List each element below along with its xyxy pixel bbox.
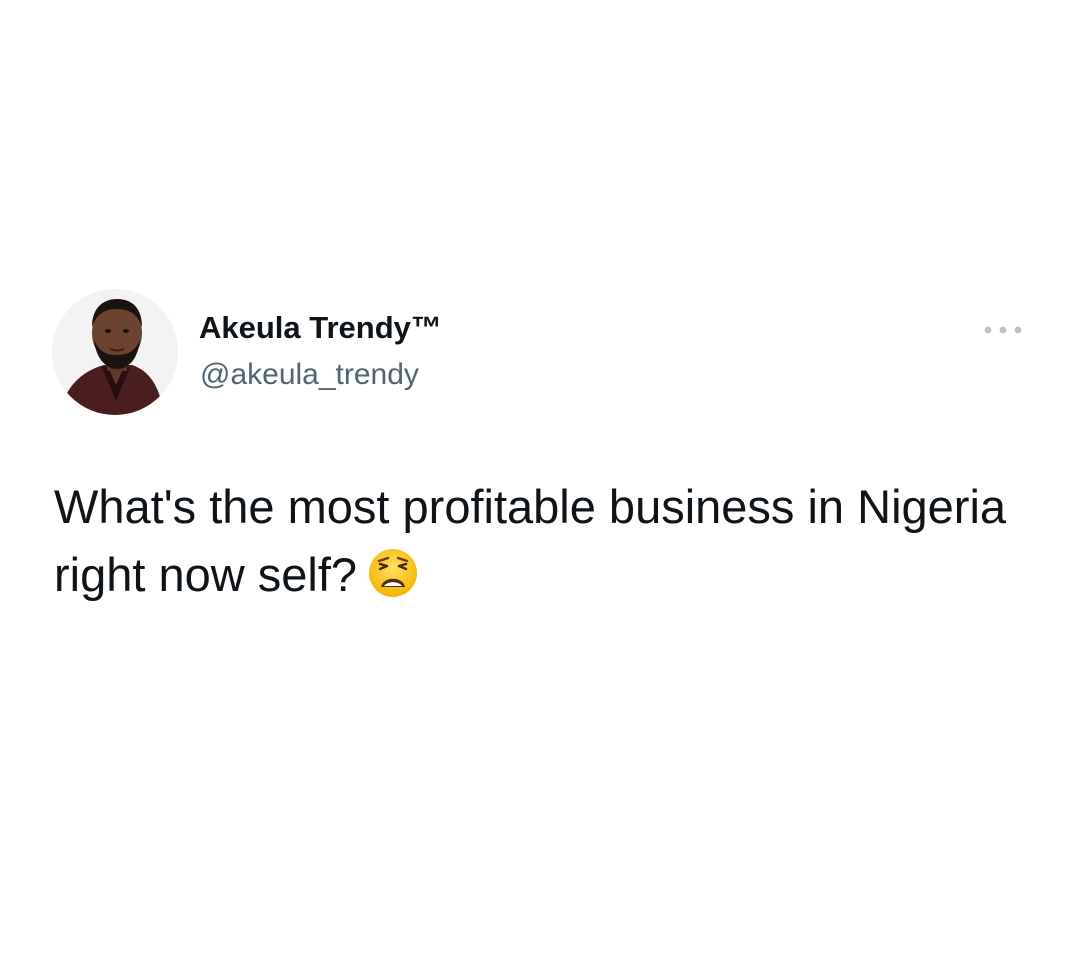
tweet-card: Akeula Trendy™ @akeula_trendy What's the… xyxy=(0,0,1080,969)
weary-face-icon xyxy=(367,547,419,599)
tweet-text: What's the most profitable business in N… xyxy=(54,473,1014,609)
more-options-button[interactable] xyxy=(982,316,1024,344)
author-display-name[interactable]: Akeula Trendy™ xyxy=(199,310,442,346)
more-options-icon xyxy=(984,326,1022,334)
avatar[interactable] xyxy=(52,289,178,415)
tweet-text-body: What's the most profitable business in N… xyxy=(54,480,1007,601)
author-handle[interactable]: @akeula_trendy xyxy=(200,357,419,393)
avatar-photo xyxy=(52,289,178,415)
